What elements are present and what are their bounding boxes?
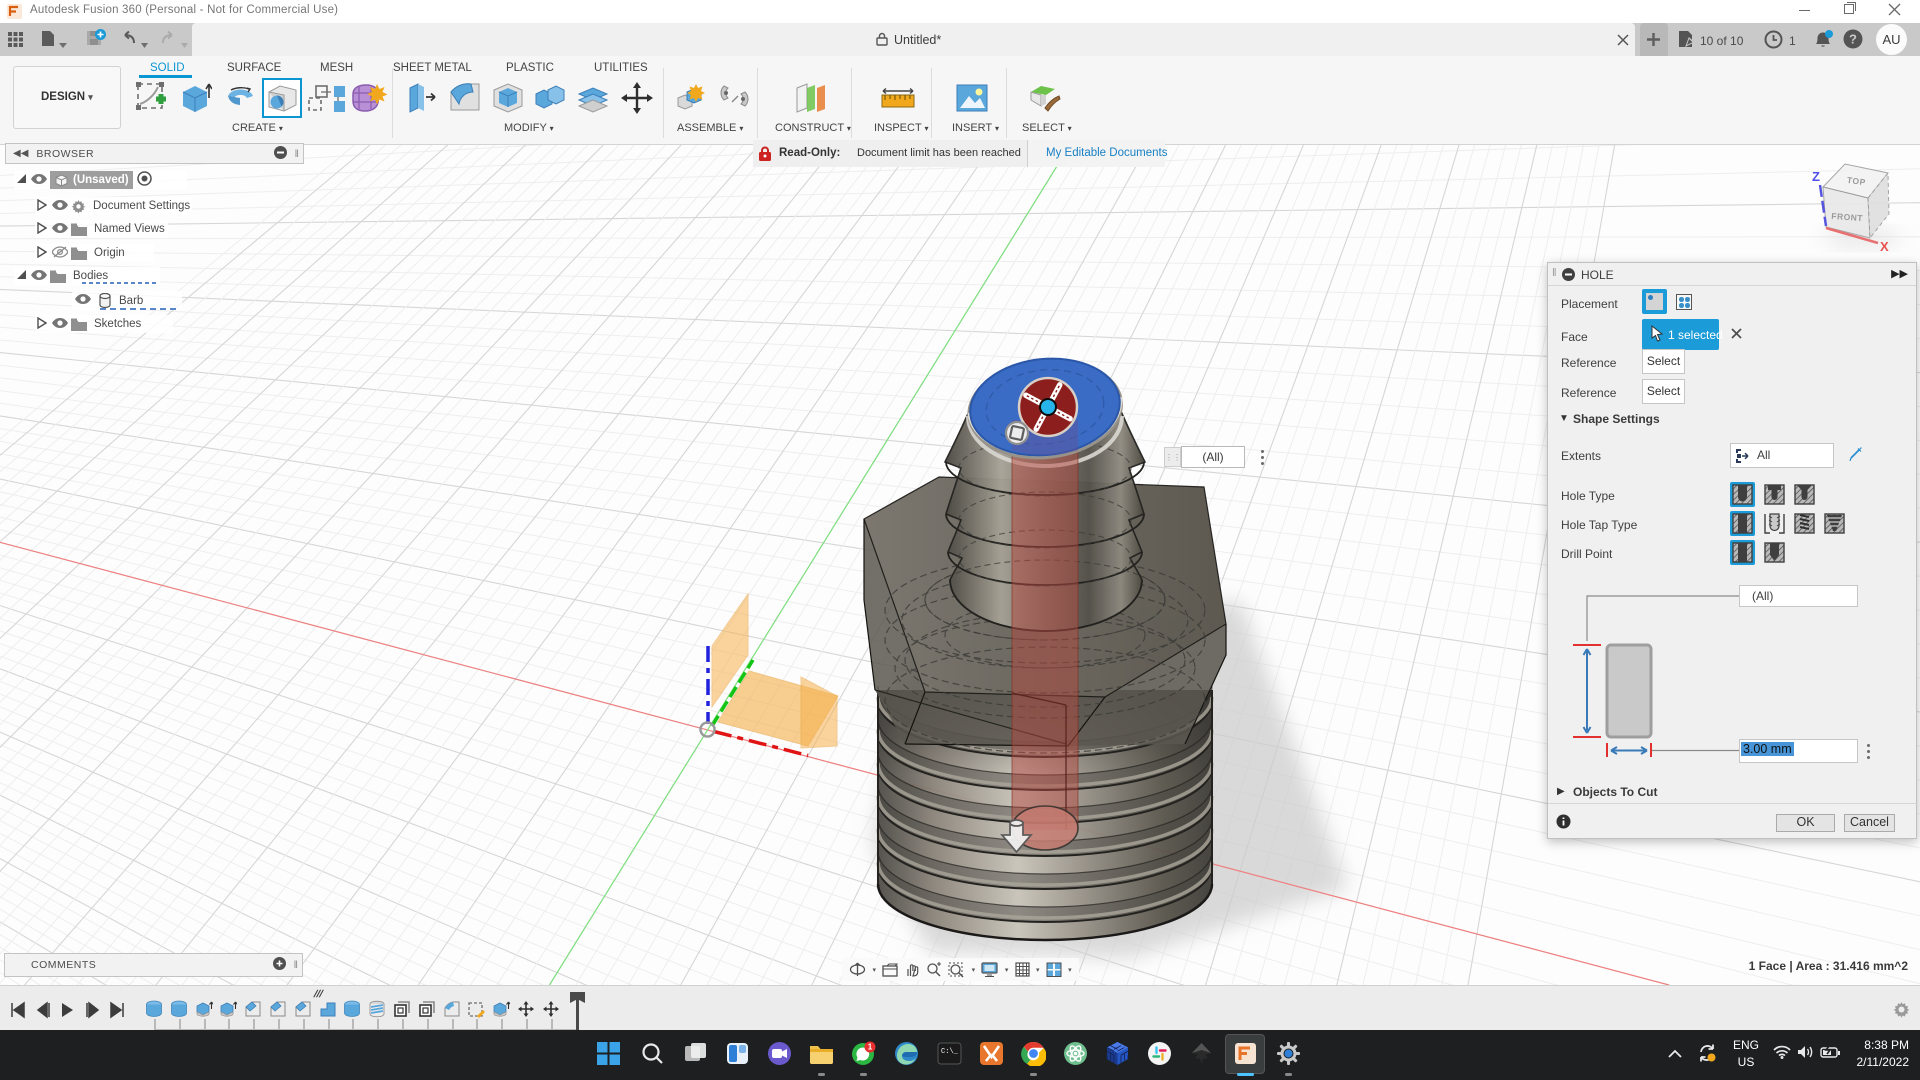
svg-text:?: ? (1849, 32, 1857, 47)
svg-text:1: 1 (868, 1043, 873, 1052)
svg-text:C:\_: C:\_ (941, 1048, 959, 1056)
svg-text:Z: Z (1812, 169, 1820, 184)
svg-text:X: X (1880, 239, 1889, 254)
